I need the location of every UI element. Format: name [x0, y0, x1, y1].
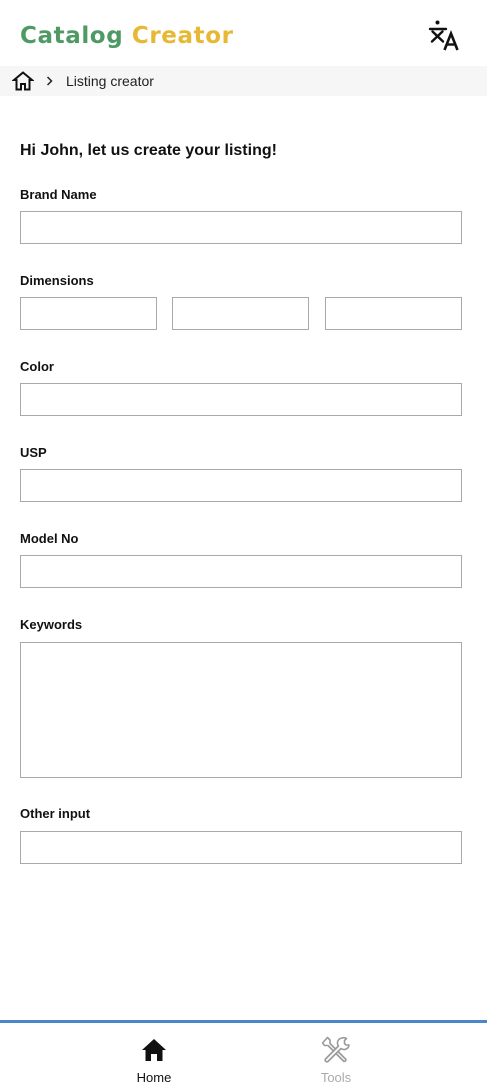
nav-tools[interactable]: Tools: [286, 1023, 386, 1089]
breadcrumb-home-link[interactable]: [11, 71, 35, 91]
color-input[interactable]: [20, 383, 462, 416]
dimension-length-input[interactable]: [20, 297, 157, 330]
logo-word-creator: Creator: [131, 23, 234, 49]
breadcrumb: Listing creator: [0, 66, 487, 96]
keywords-textarea[interactable]: [20, 642, 462, 778]
tools-icon: [322, 1036, 350, 1063]
nav-home[interactable]: Home: [104, 1023, 204, 1089]
chevron-right-icon: [45, 73, 55, 89]
translate-icon: [428, 20, 459, 51]
other-input-field[interactable]: [20, 831, 462, 864]
home-filled-icon: [142, 1039, 166, 1061]
keywords-label: Keywords: [20, 617, 83, 632]
app-header: Catalog Creator: [0, 0, 487, 66]
model-no-input[interactable]: [20, 555, 462, 588]
bottom-nav: Home Tools: [0, 1020, 487, 1089]
page-title: Hi John, let us create your listing!: [20, 142, 277, 159]
usp-input[interactable]: [20, 469, 462, 502]
nav-home-label: Home: [136, 1070, 172, 1085]
dimensions-label: Dimensions: [20, 273, 94, 288]
nav-tools-label: Tools: [320, 1070, 352, 1085]
brand-name-input[interactable]: [20, 211, 462, 244]
breadcrumb-current: Listing creator: [66, 73, 154, 89]
app-logo: Catalog Creator: [20, 21, 234, 51]
logo-word-catalog: Catalog: [20, 23, 124, 49]
home-outline-icon: [11, 71, 35, 91]
other-input-label: Other input: [20, 806, 91, 821]
color-label: Color: [20, 359, 54, 374]
dimension-height-input[interactable]: [325, 297, 462, 330]
dimension-width-input[interactable]: [172, 297, 309, 330]
model-no-label: Model No: [20, 531, 79, 546]
brand-name-label: Brand Name: [20, 187, 97, 202]
usp-label: USP: [20, 445, 47, 460]
translate-button[interactable]: [426, 18, 466, 54]
